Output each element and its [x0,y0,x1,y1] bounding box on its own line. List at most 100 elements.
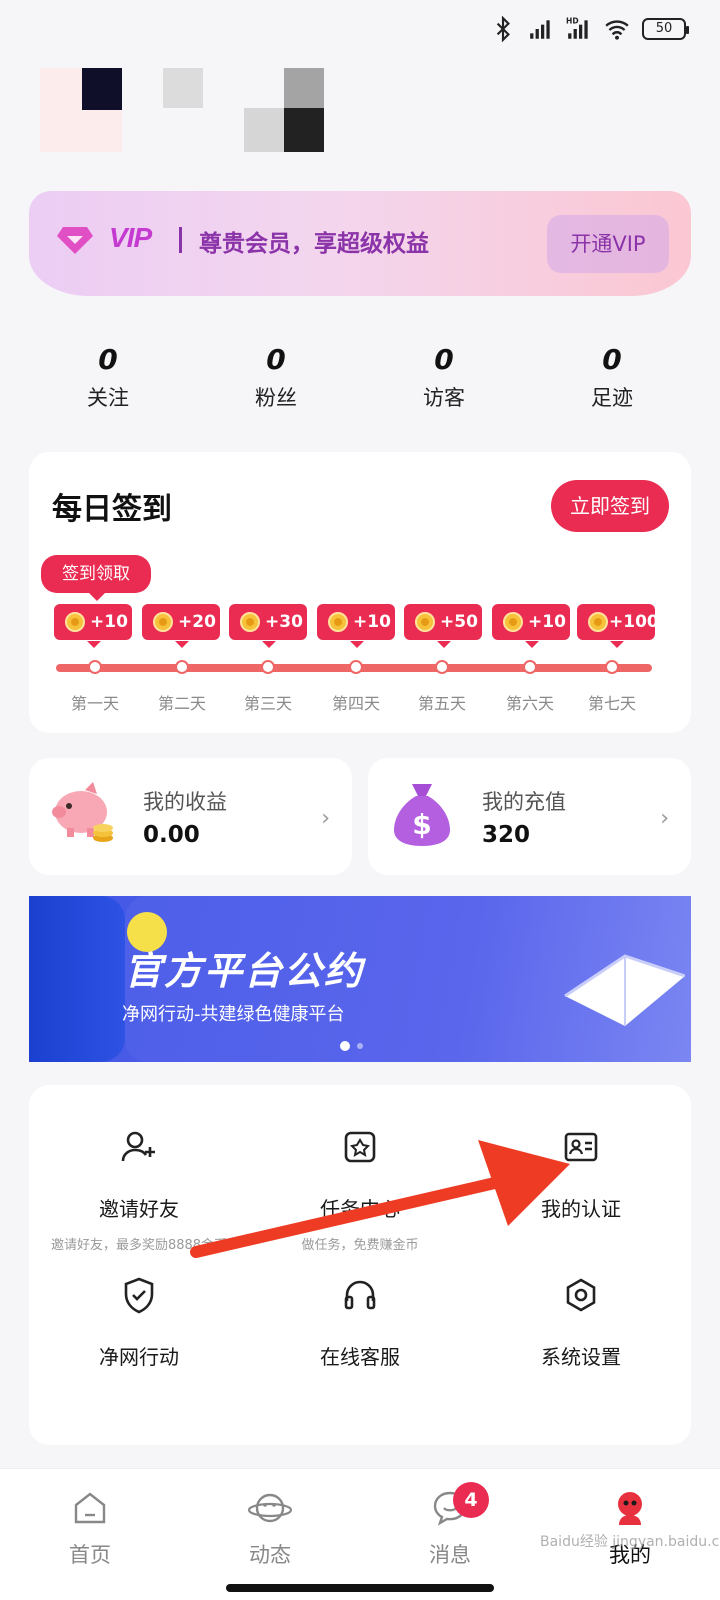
claim-tooltip: 签到领取 [41,555,151,601]
headset-icon [344,1280,376,1310]
progress-dot [175,660,189,674]
progress-dot [88,660,102,674]
vip-banner[interactable]: VIP 尊贵会员，享超级权益 开通VIP [29,191,691,296]
progress-dot [523,660,537,674]
stat-label: 粉丝 [255,386,297,410]
day-label: 第六天 [505,694,554,713]
stat-footprints[interactable]: 0 足迹 [528,340,696,412]
menu-online-support[interactable]: 在线客服 [250,1275,470,1370]
bottom-tab-bar: 首页 动态 4 消息 我的 Baidu经验 jingyan.baidu.com [0,1468,720,1600]
day-label: 第七天 [587,694,636,713]
day-label: 第三天 [243,694,292,713]
menu-description: 邀请好友，最多奖励8888金币 [50,1238,228,1253]
bluetooth-icon [496,16,510,42]
profile-mascot-icon [618,1492,642,1525]
add-user-icon [121,1131,155,1162]
checkin-title: 每日签到 [52,492,172,527]
reward-badge: +10 [317,604,395,648]
tab-label: 首页 [69,1543,111,1567]
tab-feed[interactable]: 动态 [210,1489,330,1569]
reward-amount: +10 [528,612,566,632]
day-label: 第二天 [157,694,206,713]
progress-dot [605,660,619,674]
reward-amount: +20 [178,612,216,632]
reward-amount: +10 [90,612,128,632]
coin-icon [65,612,85,632]
id-card-icon [564,1132,598,1162]
day-label: 第一天 [70,694,119,713]
tab-home[interactable]: 首页 [30,1489,150,1569]
coin-icon [153,612,173,632]
menu-description: 做任务，免费赚金币 [301,1238,419,1253]
reward-badge: +30 [229,604,307,648]
stat-fans[interactable]: 0 粉丝 [192,340,360,412]
recharge-value: 320 [482,822,531,848]
menu-invite-friends[interactable]: 邀请好友 邀请好友，最多奖励8888金币 [29,1127,249,1253]
stat-value: 0 [602,343,622,376]
carousel-indicator-active[interactable] [340,1041,350,1051]
status-bar: HD 50 [0,0,720,60]
reward-badge: +10 [54,604,132,648]
earnings-label: 我的收益 [143,790,227,814]
platform-notice-banner[interactable]: 官方平台公约 净网行动-共建绿色健康平台 [29,896,691,1062]
stat-label: 访客 [423,386,465,410]
home-indicator[interactable] [226,1584,494,1592]
coin-icon [588,612,608,632]
my-earnings-card[interactable]: 我的收益 0.00 › [29,758,352,875]
stat-label: 关注 [87,386,129,410]
menu-label: 净网行动 [99,1345,179,1369]
reward-amount: +100 [609,612,659,632]
my-recharge-card[interactable]: $ 我的充值 320 › [368,758,691,875]
menu-label: 任务中心 [320,1197,400,1221]
hd-signal-icon: HD [566,17,588,39]
piggy-bank-icon [52,782,113,842]
stat-value: 0 [266,343,286,376]
reward-amount: +30 [265,612,303,632]
book-icon [564,954,685,1026]
menu-task-center[interactable]: 任务中心 做任务，免费赚金币 [250,1127,470,1253]
reward-badge: +10 [492,604,570,648]
svg-text:$: $ [412,808,431,841]
shield-check-icon [124,1277,154,1314]
stat-value: 0 [98,343,118,376]
menu-label: 在线客服 [320,1345,400,1369]
day-label: 第四天 [331,694,380,713]
carousel-indicator[interactable] [357,1043,363,1049]
menu-label: 邀请好友 [99,1197,179,1221]
recharge-label: 我的充值 [482,790,566,814]
chevron-right-icon: › [321,806,330,831]
checkin-now-button[interactable]: 立即签到 [551,480,669,532]
watermark: Baidu经验 jingyan.baidu.com [540,1534,720,1550]
chevron-right-icon: › [660,806,669,831]
carousel-prev-slide [29,896,125,1062]
signal-icon [530,20,550,39]
menu-system-settings[interactable]: 系统设置 [471,1275,691,1370]
coin-icon [328,612,348,632]
reward-badge: +100 [577,604,659,648]
diamond-icon [57,227,93,254]
progress-dot [261,660,275,674]
stat-following[interactable]: 0 关注 [24,340,192,412]
tab-me[interactable]: 我的 [570,1489,690,1569]
task-icon [344,1131,376,1163]
coin-icon [240,612,260,632]
coin-icon [415,612,435,632]
menu-my-verification[interactable]: 我的认证 [471,1127,691,1222]
tab-label: 消息 [429,1543,471,1567]
tab-messages[interactable]: 4 消息 [390,1482,510,1569]
profile-stats: 0 关注 0 粉丝 0 访客 0 足迹 [24,340,696,412]
earnings-value: 0.00 [143,822,200,848]
day-label: 第五天 [417,694,466,713]
open-vip-button[interactable]: 开通VIP [547,215,669,273]
progress-dot [349,660,363,674]
reward-amount: +50 [440,612,478,632]
tab-label: 动态 [249,1543,291,1567]
notice-title: 官方平台公约 [124,949,365,993]
stat-visitors[interactable]: 0 访客 [360,340,528,412]
home-icon [74,1492,106,1524]
menu-label: 我的认证 [541,1197,621,1221]
avatar[interactable] [40,68,330,152]
coin-icon [503,612,523,632]
menu-label: 系统设置 [541,1345,621,1369]
menu-clean-net[interactable]: 净网行动 [29,1275,249,1370]
